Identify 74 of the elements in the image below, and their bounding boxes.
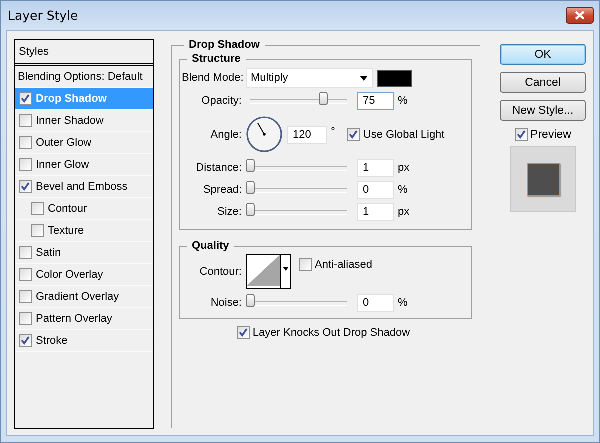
- angle-field[interactable]: 120: [287, 126, 327, 144]
- unit-label: px: [398, 206, 410, 218]
- caret-icon: [282, 267, 288, 271]
- unit-label: %: [398, 95, 408, 107]
- slider-thumb[interactable]: [318, 92, 328, 104]
- checkbox[interactable]: [19, 312, 32, 325]
- checkbox[interactable]: [19, 268, 32, 281]
- style-item[interactable]: Texture: [15, 220, 153, 242]
- group-title: Drop Shadow: [188, 39, 261, 51]
- blend-mode-dropdown[interactable]: Multiply: [246, 68, 373, 88]
- checkbox[interactable]: [299, 258, 312, 271]
- field-label: Spread:: [202, 184, 243, 196]
- dialog-button[interactable]: New Style...: [500, 100, 586, 121]
- slider-thumb[interactable]: [246, 158, 255, 172]
- checkbox[interactable]: [19, 180, 32, 193]
- slider-thumb[interactable]: [246, 202, 255, 216]
- dialog-button[interactable]: OK: [500, 44, 586, 65]
- checkbox[interactable]: [19, 334, 32, 347]
- value-field[interactable]: 1: [357, 203, 394, 221]
- style-item[interactable]: Color Overlay: [15, 264, 153, 286]
- contour-curve-icon: [247, 255, 280, 286]
- preview-square: [526, 162, 560, 196]
- close-button[interactable]: [566, 7, 594, 24]
- slider-thumb[interactable]: [246, 294, 255, 306]
- value-field[interactable]: 0: [357, 294, 394, 312]
- checkbox-label: Preview: [530, 128, 572, 140]
- group-title: Quality: [191, 240, 230, 252]
- style-item[interactable]: Inner Shadow: [15, 110, 153, 132]
- value-field[interactable]: 75: [357, 92, 394, 110]
- close-icon: [575, 11, 585, 20]
- checkbox[interactable]: [19, 114, 32, 127]
- field-label: Angle:: [210, 128, 243, 140]
- checkbox[interactable]: [19, 290, 32, 303]
- angle-dial[interactable]: [246, 116, 283, 153]
- checkbox[interactable]: [19, 246, 32, 259]
- style-item[interactable]: Bevel and Emboss: [15, 176, 153, 198]
- contour-picker[interactable]: [246, 254, 291, 289]
- style-item[interactable]: Stroke: [15, 330, 153, 352]
- dialog-button[interactable]: Cancel: [500, 72, 586, 93]
- checkbox[interactable]: [236, 326, 250, 339]
- checkbox[interactable]: [19, 158, 32, 171]
- style-item[interactable]: Satin: [15, 242, 153, 264]
- checkbox[interactable]: [347, 128, 360, 141]
- checkbox[interactable]: [514, 128, 528, 141]
- checkbox[interactable]: [31, 202, 44, 215]
- checkbox-label: Anti-aliased: [315, 258, 372, 270]
- checkbox-label: Use Global Light: [363, 128, 445, 140]
- checkbox-label: Layer Knocks Out Drop Shadow: [252, 326, 410, 338]
- field-label: Contour:: [198, 266, 243, 278]
- style-item[interactable]: Outer Glow: [15, 132, 153, 154]
- style-item[interactable]: Contour: [15, 198, 153, 220]
- field-label: Size:: [216, 206, 243, 218]
- checkbox[interactable]: [19, 92, 32, 105]
- field-label: Opacity:: [200, 95, 243, 107]
- group-title: Structure: [191, 53, 242, 65]
- value-field[interactable]: 0: [357, 181, 394, 199]
- unit-label: °: [331, 126, 336, 138]
- style-item[interactable]: Gradient Overlay: [15, 286, 153, 308]
- unit-label: %: [398, 297, 408, 309]
- unit-label: %: [398, 184, 408, 196]
- style-item[interactable]: Pattern Overlay: [15, 308, 153, 330]
- checkbox[interactable]: [31, 224, 44, 237]
- value-field[interactable]: 1: [357, 159, 394, 177]
- caret-icon: [360, 76, 368, 80]
- panel-header: Styles: [15, 40, 153, 66]
- color-swatch[interactable]: [377, 70, 412, 86]
- window-title: Layer Style: [8, 8, 78, 23]
- style-item[interactable]: Inner Glow: [15, 154, 153, 176]
- slider-thumb[interactable]: [246, 180, 255, 194]
- field-label: Noise:: [210, 297, 243, 309]
- unit-label: px: [398, 162, 410, 174]
- checkbox[interactable]: [19, 136, 32, 149]
- field-label: Distance:: [195, 162, 243, 174]
- field-label: Blend Mode:: [182, 72, 245, 84]
